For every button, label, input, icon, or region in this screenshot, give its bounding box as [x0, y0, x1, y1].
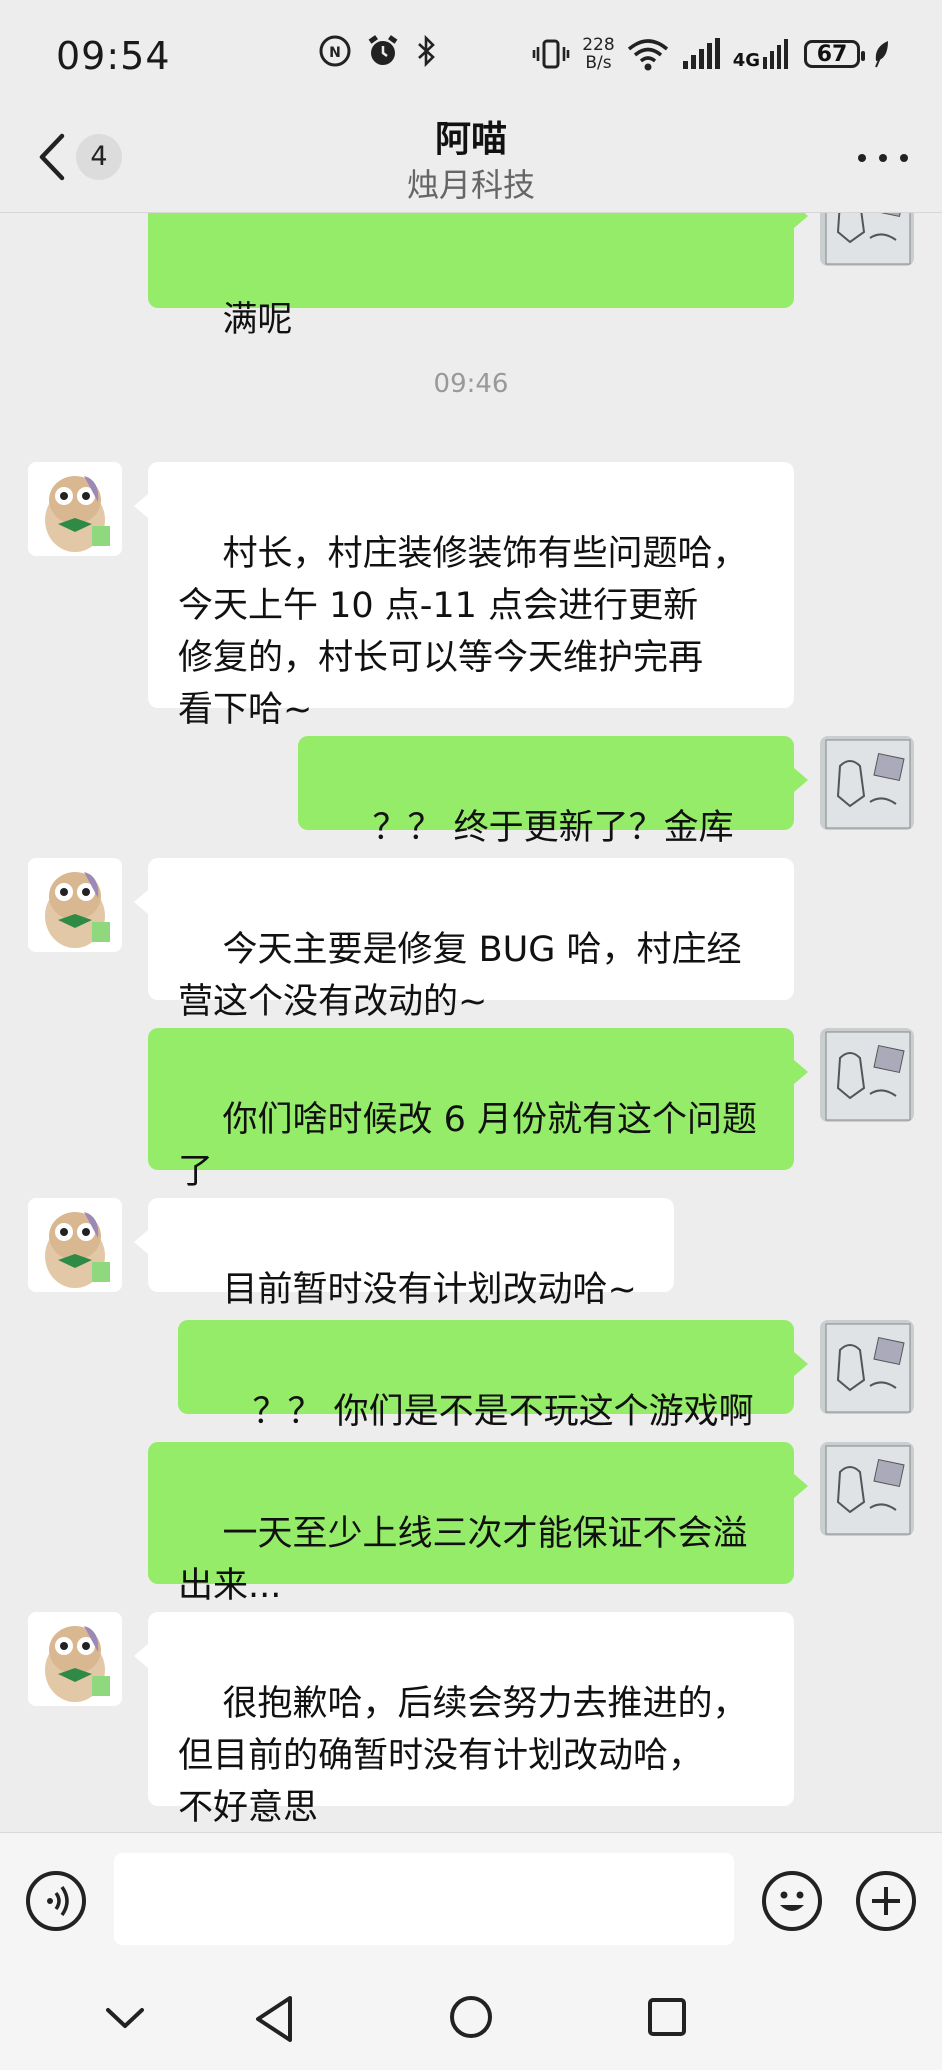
bluetooth-icon [418, 34, 435, 68]
message-bubble[interactable]: 村长，村庄装修装饰有些问题哈， 今天上午 10 点-11 点会进行更新 修复的，… [134, 462, 794, 730]
message-text: 一天至少上线三次才能保证不会溢 出来... [178, 1514, 748, 1606]
status-bar: 09:54 N 228 B/s 4G 67 [0, 0, 942, 108]
message-bubble[interactable]: 很抱歉哈，后续会努力去推进的， 但目前的确暂时没有计划改动哈， 不好意思 [134, 1612, 794, 1828]
message-text: 目前暂时没有计划改动哈~ [222, 1270, 637, 1310]
chat-title: 阿喵 [434, 119, 507, 160]
back-triangle-icon[interactable] [252, 1994, 296, 2044]
alarm-icon [368, 35, 398, 65]
message-text: 很抱歉哈，后续会努力去推进的， 但目前的确暂时没有计划改动哈， 不好意思 [178, 1684, 748, 1828]
chat-subtitle: 烛月科技 [406, 166, 535, 204]
leaf-charging-icon [875, 41, 888, 68]
data-saver-icon: N [319, 35, 351, 67]
my-avatar[interactable] [820, 1320, 914, 1414]
chat-area[interactable]: 满呢 09:46 村长，村庄装修装饰有些问题哈， 今天上午 10 点-11 点会… [0, 212, 942, 1832]
signal-icon [682, 38, 720, 69]
svg-text:N: N [329, 45, 341, 61]
my-avatar[interactable] [820, 1442, 914, 1536]
message-text: ？？ 你们是不是不玩这个游戏啊 [252, 1392, 754, 1432]
recents-square-icon[interactable] [646, 1996, 688, 2038]
input-bar [0, 1832, 942, 1973]
voice-icon[interactable] [26, 1871, 86, 1931]
message-text: 今天主要是修复 BUG 哈，村庄经 营这个没有改动的~ [178, 930, 742, 1022]
emoji-icon[interactable] [762, 1871, 822, 1931]
signal-icon-2 [763, 39, 788, 69]
contact-avatar[interactable] [28, 1198, 122, 1292]
system-nav-bar [0, 1972, 942, 2070]
my-avatar[interactable] [820, 212, 914, 266]
message-text: 村长，村庄装修装饰有些问题哈， 今天上午 10 点-11 点会进行更新 修复的，… [178, 534, 748, 730]
message-bubble[interactable]: 一天至少上线三次才能保证不会溢 出来... [148, 1442, 808, 1606]
message-bubble[interactable]: 目前暂时没有计划改动哈~ [134, 1198, 674, 1310]
chevron-down-icon[interactable] [104, 2004, 146, 2034]
status-time: 09:54 [56, 34, 171, 78]
message-text: 满呢 [222, 300, 293, 340]
contact-avatar[interactable] [28, 1612, 122, 1706]
contact-avatar[interactable] [28, 858, 122, 952]
contact-avatar[interactable] [28, 462, 122, 556]
battery-indicator: 67 [804, 40, 865, 68]
battery-level: 67 [816, 41, 848, 67]
plus-icon[interactable] [856, 1871, 916, 1931]
chat-header: 4 阿喵 烛月科技 [0, 108, 942, 213]
network-type: 4G [732, 50, 760, 71]
message-bubble[interactable]: 你们啥时候改 6 月份就有这个问题 了 [148, 1028, 808, 1192]
home-circle-icon[interactable] [448, 1994, 494, 2040]
message-bubble-partial[interactable]: 满呢 [148, 212, 808, 340]
message-text: 你们啥时候改 6 月份就有这个问题 了 [178, 1100, 758, 1192]
message-bubble[interactable]: ？？ 终于更新了？金库呢 [298, 736, 808, 900]
timestamp: 09:46 [433, 369, 509, 399]
message-input[interactable] [114, 1853, 734, 1945]
more-dots-icon[interactable] [858, 148, 908, 168]
wifi-icon [627, 39, 668, 71]
my-avatar[interactable] [820, 736, 914, 830]
my-avatar[interactable] [820, 1028, 914, 1122]
net-speed-value: 228 [582, 35, 615, 55]
message-bubble[interactable]: 今天主要是修复 BUG 哈，村庄经 营这个没有改动的~ [134, 858, 794, 1022]
vibrate-icon [532, 39, 570, 69]
net-speed-unit: B/s [585, 53, 612, 73]
message-bubble[interactable]: ？？ 你们是不是不玩这个游戏啊 [178, 1320, 808, 1432]
